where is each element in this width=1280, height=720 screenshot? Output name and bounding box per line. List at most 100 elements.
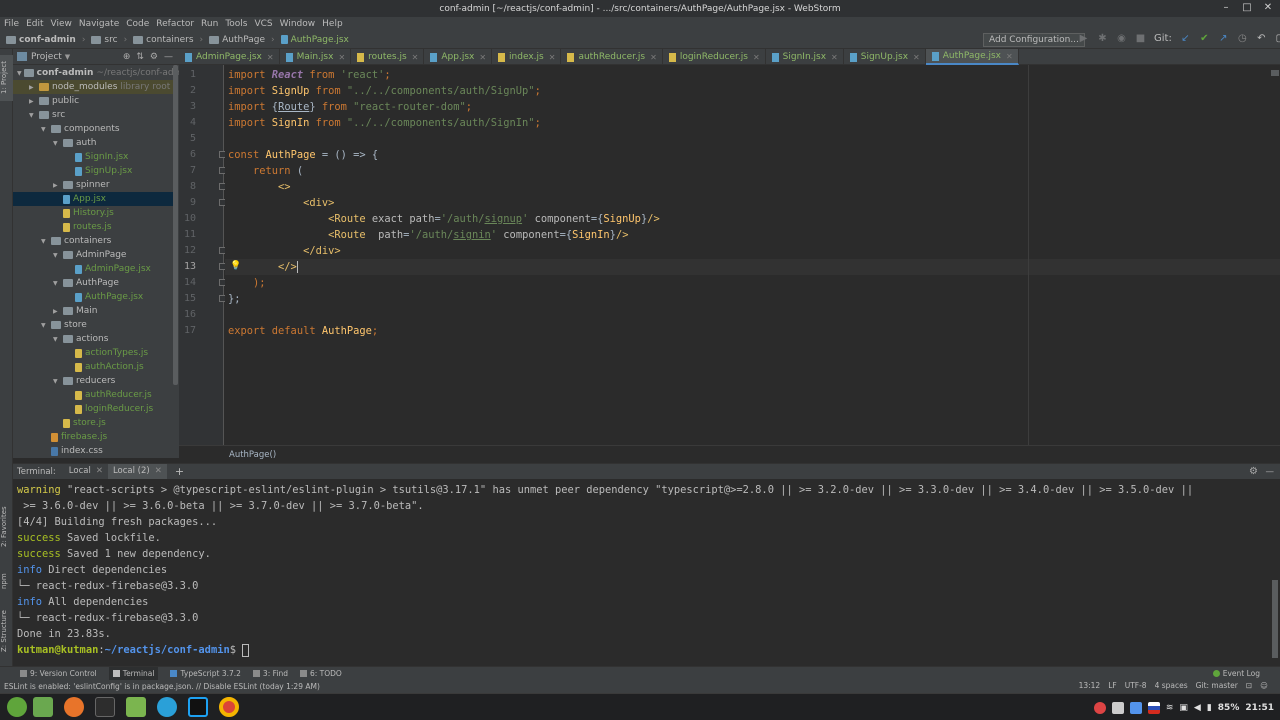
breadcrumb-src[interactable]: src › [91,35,127,45]
close-icon[interactable]: ✕ [650,53,657,62]
terminal-prompt[interactable]: kutman@kutman:~/reactjs/conf-admin$ [17,642,250,658]
tree-item[interactable]: SignUp.jsx [13,164,173,178]
code-editor[interactable]: 💡 import React from 'react'; import SignUp… [225,65,1280,445]
project-scrollbar[interactable] [173,65,178,385]
tree-item[interactable]: ▶ spinner [13,178,173,192]
tree-item[interactable]: AuthPage.jsx [13,290,173,304]
close-icon[interactable]: ✕ [1006,52,1013,61]
run-icon[interactable]: ▶ [1078,33,1089,44]
npm-tool-tab[interactable]: npm [0,567,13,595]
editor-tab[interactable]: App.jsx ✕ [424,49,493,65]
structure-tool-tab[interactable]: Z: Structure [0,605,13,657]
hide-icon[interactable]: — [1266,467,1275,477]
clock[interactable]: 21:51 [1245,703,1274,713]
close-icon[interactable]: ✕ [831,53,838,62]
locate-icon[interactable]: ⊕ [123,52,131,62]
breadcrumb-project[interactable]: conf-admin › [6,35,85,45]
chevron-right-icon[interactable]: ▶ [53,182,61,189]
telegram-icon[interactable] [157,697,177,717]
inspector-icon[interactable]: ☺ [1260,681,1268,690]
bluetooth-icon[interactable] [1129,701,1142,714]
menu-item-window[interactable]: Window [280,19,316,29]
chevron-down-icon[interactable]: ▼ [53,336,61,343]
close-icon[interactable]: ✕ [96,464,103,479]
terminal-scrollbar[interactable] [1272,580,1278,658]
caret-position[interactable]: 13:12 [1079,681,1101,690]
menu-item-file[interactable]: File [4,19,19,29]
project-tool-tab[interactable]: 1: Project [0,55,13,101]
menu-item-tools[interactable]: Tools [225,19,247,29]
rollback-icon[interactable]: ↶ [1256,33,1267,44]
lock-icon[interactable]: ⊡ [1246,681,1252,690]
close-icon[interactable]: ✕ [479,53,486,62]
version-control-tool[interactable]: 9: Version Control [20,669,97,678]
breadcrumb-file[interactable]: AuthPage.jsx [280,35,349,45]
add-terminal-icon[interactable]: + [175,465,184,478]
editor-tab[interactable]: AuthPage.jsx ✕ [925,49,1019,65]
tree-item[interactable]: loginReducer.js [13,402,173,416]
menu-item-code[interactable]: Code [126,19,149,29]
show-desktop-icon[interactable] [33,697,53,717]
shield-icon[interactable] [1111,701,1124,714]
maximize-icon[interactable]: □ [1241,2,1253,14]
collapse-icon[interactable]: ⇅ [136,52,144,62]
tree-item[interactable]: SignIn.jsx [13,150,173,164]
editor-tab[interactable]: authReducer.js ✕ [561,49,663,65]
wifi-icon[interactable]: ≋ [1166,703,1174,713]
tree-item[interactable]: App.jsx [13,192,173,206]
chrome-icon[interactable] [219,697,239,717]
editor-tab[interactable]: loginReducer.js ✕ [663,49,766,65]
tree-item[interactable]: AdminPage.jsx [13,262,173,276]
typescript-tool[interactable]: TypeScript 3.7.2 [170,669,241,678]
stop-icon[interactable]: ■ [1135,33,1146,44]
line-separator[interactable]: LF [1108,681,1117,690]
terminal-output[interactable]: warning "react-scripts > @typescript-esl… [13,479,1270,665]
editor-tab[interactable]: routes.js ✕ [351,49,425,65]
tree-item[interactable]: ▼ conf-admin~/reactjs/conf-admin [13,66,179,80]
close-icon[interactable]: ✕ [549,53,556,62]
status-message[interactable]: ESLint is enabled: 'eslintConfig' is in … [4,682,320,691]
chevron-right-icon[interactable]: ▶ [53,308,61,315]
editor-tab[interactable]: SignUp.jsx ✕ [844,49,926,65]
tree-item[interactable]: ▼ reducers [13,374,173,388]
tree-item[interactable]: store.js [13,416,173,430]
git-branch[interactable]: Git: master [1196,681,1238,690]
close-icon[interactable]: ✕ [753,53,760,62]
file-encoding[interactable]: UTF-8 [1125,681,1147,690]
breadcrumb-authpage[interactable]: AuthPage › [209,35,275,45]
tray-app-icon[interactable] [1093,701,1106,714]
tree-item[interactable]: ▼ src [13,108,173,122]
menu-item-view[interactable]: View [51,19,72,29]
firefox-icon[interactable] [64,697,84,717]
debug-icon[interactable]: ✱ [1097,33,1108,44]
tree-item[interactable]: ▼ containers [13,234,173,248]
menu-item-help[interactable]: Help [322,19,343,29]
chevron-down-icon[interactable]: ▼ [53,140,61,147]
chevron-down-icon[interactable]: ▼ [41,126,49,133]
git-push-icon[interactable]: ↗ [1218,33,1229,44]
gear-icon[interactable]: ⚙ [150,52,158,62]
chevron-down-icon[interactable]: ▼ [53,280,61,287]
editor-scroll-marker[interactable] [1271,70,1279,76]
settings-icon[interactable]: ▢ [1275,33,1280,44]
terminal-tool[interactable]: Terminal [108,666,159,681]
code-breadcrumb[interactable]: AuthPage() [229,450,276,460]
gear-icon[interactable]: ⚙ [1249,466,1258,477]
tree-item[interactable]: index.css [13,444,173,458]
menu-item-refactor[interactable]: Refactor [156,19,194,29]
tree-item[interactable]: ▼ AdminPage [13,248,173,262]
tree-item[interactable]: ▼ components [13,122,173,136]
tree-item[interactable]: ▼ actions [13,332,173,346]
tree-item[interactable]: ▶ Main [13,304,173,318]
chevron-right-icon[interactable]: ▶ [29,84,37,91]
git-update-icon[interactable]: ↙ [1180,33,1191,44]
keyboard-layout-icon[interactable] [1147,701,1160,714]
terminal-tab-local-2[interactable]: Local (2) ✕ [107,464,167,479]
clipboard-icon[interactable]: ▣ [1179,703,1188,713]
menu-item-navigate[interactable]: Navigate [79,19,119,29]
tree-item[interactable]: ▼ auth [13,136,173,150]
hide-icon[interactable]: — [164,52,173,62]
tree-item[interactable]: ▼ store [13,318,173,332]
editor-tab[interactable]: AdminPage.jsx ✕ [179,49,280,65]
tree-item[interactable]: ▶ public [13,94,173,108]
